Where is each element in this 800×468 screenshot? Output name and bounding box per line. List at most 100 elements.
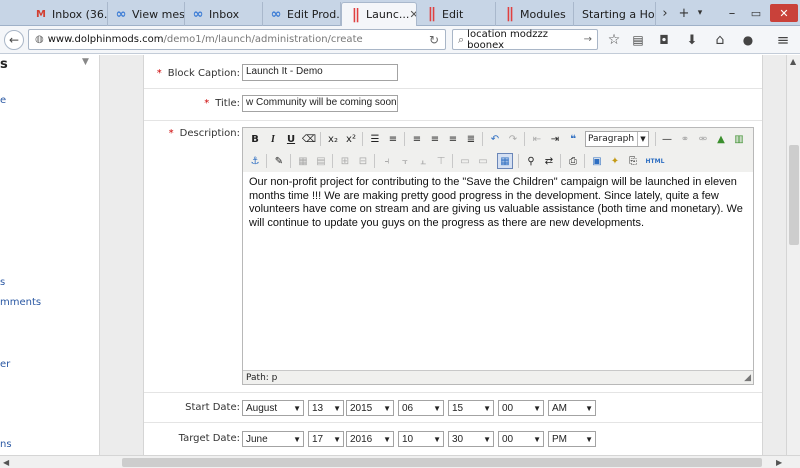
back-button[interactable]: ← [4,30,24,50]
sidebar-item[interactable]: ns [0,439,12,450]
anchor-icon[interactable]: ⚓ [247,153,263,169]
resize-grip-icon[interactable]: ◢ [744,373,751,383]
sidebar-item[interactable]: s [0,277,5,288]
reading-list-icon[interactable]: ▤ [628,30,648,50]
paste-icon[interactable]: ⎘ [625,153,641,169]
tab-modules[interactable]: || Modules [496,2,574,26]
scroll-up-icon[interactable]: ▲ [790,57,796,66]
download-icon[interactable]: ⬇ [682,30,702,50]
eraser-icon[interactable]: ⌫ [301,131,317,147]
media-icon[interactable]: ▥ [731,131,747,147]
insert-col-before-icon[interactable]: ⫞ [379,153,395,169]
image-icon[interactable]: ▲ [713,131,729,147]
url-bar[interactable]: ◍ www.dolphinmods.com/demo1/m/launch/adm… [28,29,446,50]
outdent-icon[interactable]: ⇤ [529,131,545,147]
scroll-right-icon[interactable]: ▶ [776,458,782,467]
row-props-icon[interactable]: ▭ [475,153,491,169]
target-day-select[interactable]: 17 ▼ [308,431,344,447]
rich-text-editor[interactable]: B I U ⌫ x₂ x² ☰ ≡ ≡ ≡ ≡ ≣ ↶ ↷ ⇤ ⇥ ❝ Para… [242,127,754,385]
tab-view-messages[interactable]: ∞View mes... [108,2,185,26]
new-tab-icon[interactable]: + [676,4,692,22]
unlink-icon[interactable]: ⚮ [695,131,711,147]
cleanup-icon[interactable]: ✦ [607,153,623,169]
pocket-icon[interactable]: ◘ [654,30,674,50]
bookmark-star-icon[interactable]: ☆ [604,30,624,50]
target-ampm-select[interactable]: PM ▼ [548,431,596,447]
sidebar-item[interactable]: mments [0,297,41,308]
align-left-icon[interactable]: ≡ [409,131,425,147]
start-second-select[interactable]: 00 ▼ [498,400,544,416]
start-minute-select[interactable]: 15 ▼ [448,400,494,416]
start-month-select[interactable]: August ▼ [242,400,304,416]
insert-col-after-icon[interactable]: ⫟ [397,153,413,169]
search-go-icon[interactable]: → [584,34,592,45]
target-second-select[interactable]: 00 ▼ [498,431,544,447]
sidebar-item[interactable]: e [0,95,6,106]
merge-cells-icon[interactable]: ▭ [457,153,473,169]
sidebar-item[interactable]: er [0,359,10,370]
target-hour-select[interactable]: 10 ▼ [398,431,444,447]
tab-inbox[interactable]: ∞ Inbox [185,2,263,26]
html-icon[interactable]: HTML [645,153,665,169]
align-right-icon[interactable]: ≡ [445,131,461,147]
table-props-icon[interactable]: ▦ [295,153,311,169]
reload-icon[interactable]: ↻ [429,33,439,47]
maximize-icon[interactable]: ▭ [746,4,766,22]
tab-edit[interactable]: || Edit [418,2,496,26]
edit-html-icon[interactable]: ✎ [271,153,287,169]
numbered-list-icon[interactable]: ≡ [385,131,401,147]
insert-row-icon[interactable]: ⊞ [337,153,353,169]
chevron-down-icon[interactable]: ▼ [82,57,89,67]
start-day-select[interactable]: 13 ▼ [308,400,344,416]
subscript-icon[interactable]: x₂ [325,131,341,147]
search-input[interactable]: location modzzz boonex [467,29,583,51]
vertical-scroll-thumb[interactable] [789,145,799,245]
block-caption-input[interactable]: Launch It - Demo [242,64,398,81]
indent-icon[interactable]: ⇥ [547,131,563,147]
align-center-icon[interactable]: ≡ [427,131,443,147]
horizontal-scroll-thumb[interactable] [122,458,762,467]
target-month-select[interactable]: June ▼ [242,431,304,447]
print-icon[interactable]: ⎙ [565,153,581,169]
bullet-list-icon[interactable]: ☰ [367,131,383,147]
horizontal-rule-icon[interactable]: — [659,131,675,147]
find-icon[interactable]: ⚲ [523,153,539,169]
delete-row-icon[interactable]: ⊟ [355,153,371,169]
tab-starting-a-ho[interactable]: Starting a Ho... [574,2,656,26]
start-ampm-select[interactable]: AM ▼ [548,400,596,416]
redo-icon[interactable]: ↷ [505,131,521,147]
split-cells-icon[interactable]: ⊤ [433,153,449,169]
search-box[interactable]: ⌕ location modzzz boonex → [452,29,598,51]
tab-launch[interactable]: ||Launc...✕ [341,2,417,26]
vertical-scrollbar[interactable]: ▲ [786,55,800,455]
home-icon[interactable]: ⌂ [710,30,730,50]
start-hour-select[interactable]: 06 ▼ [398,400,444,416]
start-year-select[interactable]: 2015 ▼ [346,400,394,416]
chat-icon[interactable]: ● [738,30,758,50]
minimize-icon[interactable]: – [722,4,742,22]
window-close-icon[interactable]: ✕ [770,4,798,22]
tab-edit-product[interactable]: ∞ Edit Prod... [263,2,341,26]
link-icon[interactable]: ⚭ [677,131,693,147]
italic-icon[interactable]: I [265,131,281,147]
fullscreen-icon[interactable]: ▣ [589,153,605,169]
scroll-left-icon[interactable]: ◀ [3,458,9,467]
editor-content[interactable]: Our non-profit project for contributing … [249,176,749,230]
tab-list-chevron-icon[interactable]: ▾ [694,4,706,22]
close-icon[interactable]: ✕ [409,8,416,21]
underline-icon[interactable]: U [283,131,299,147]
blockquote-icon[interactable]: ❝ [565,131,581,147]
title-input[interactable]: w Community will be coming soon ! [242,95,398,112]
bold-icon[interactable]: B [247,131,263,147]
tab-scroll-right-icon[interactable]: › [658,4,672,22]
target-minute-select[interactable]: 30 ▼ [448,431,494,447]
table-cell-icon[interactable]: ▤ [313,153,329,169]
menu-icon[interactable]: ≡ [772,30,794,50]
horizontal-scrollbar[interactable]: ◀ ▶ [0,455,800,468]
superscript-icon[interactable]: x² [343,131,359,147]
insert-table-icon[interactable]: ▦ [497,153,513,169]
replace-icon[interactable]: ⇄ [541,153,557,169]
target-year-select[interactable]: 2016 ▼ [346,431,394,447]
undo-icon[interactable]: ↶ [487,131,503,147]
align-justify-icon[interactable]: ≣ [463,131,479,147]
